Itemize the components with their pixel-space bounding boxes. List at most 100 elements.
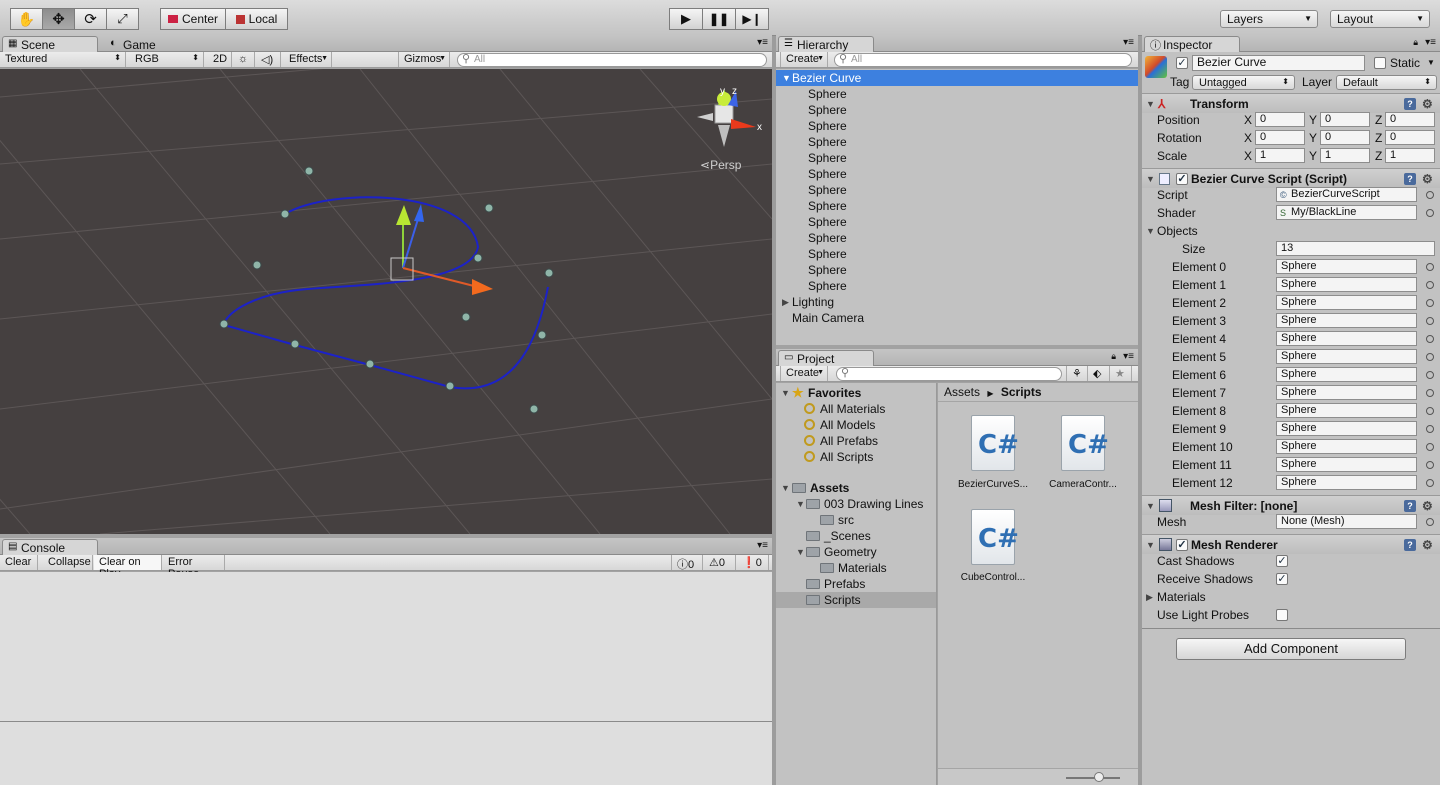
panel-menu-icon[interactable]: ▾≡	[757, 540, 768, 551]
project-create-dropdown[interactable]: Create ▼	[780, 366, 828, 381]
folder-003-drawing-lines[interactable]: ▼ 003 Drawing Lines	[776, 496, 936, 512]
hierarchy-item-sphere[interactable]: Sphere	[776, 86, 1138, 102]
object-picker-icon[interactable]	[1426, 335, 1434, 343]
hierarchy-item-sphere[interactable]: Sphere	[776, 246, 1138, 262]
object-picker-icon[interactable]	[1426, 461, 1434, 469]
lock-icon[interactable]: 🔒︎	[1413, 37, 1418, 48]
panel-menu-icon[interactable]: ▾≡	[757, 37, 768, 48]
step-button[interactable]: ▶❙	[735, 8, 769, 30]
script-file-camera-controller[interactable]: C#	[1061, 415, 1109, 471]
hierarchy-search-input[interactable]: All	[834, 53, 1132, 67]
script-enabled-checkbox[interactable]: ✓	[1176, 173, 1188, 185]
object-picker-icon[interactable]	[1426, 443, 1434, 451]
hierarchy-item-sphere[interactable]: Sphere	[776, 118, 1138, 134]
filter-type-button[interactable]: ⚘	[1066, 366, 1088, 381]
hierarchy-item-main-camera[interactable]: Main Camera	[776, 310, 1138, 326]
transform-header[interactable]: ▼ ⅄ Transform ? ⚙	[1142, 93, 1440, 113]
scene-search-input[interactable]: All	[457, 53, 767, 67]
breadcrumb-assets[interactable]: Assets	[944, 385, 980, 399]
hierarchy-item-sphere[interactable]: Sphere	[776, 262, 1138, 278]
pivot-center-button[interactable]: Center	[160, 8, 226, 30]
hierarchy-item-sphere[interactable]: Sphere	[776, 102, 1138, 118]
element-value-field[interactable]: Sphere	[1276, 475, 1417, 490]
sphere-point[interactable]	[544, 268, 554, 278]
scale-z-field[interactable]: 1	[1385, 148, 1435, 163]
sphere-point[interactable]	[529, 404, 539, 414]
console-clear-button[interactable]: Clear	[0, 555, 38, 570]
element-value-field[interactable]: Sphere	[1276, 295, 1417, 310]
scene-viewport[interactable]: y z x ⋖Persp	[0, 69, 772, 534]
object-picker-icon[interactable]	[1426, 317, 1434, 325]
folder-prefabs[interactable]: Prefabs	[806, 576, 865, 592]
position-z-field[interactable]: 0	[1385, 112, 1435, 127]
element-value-field[interactable]: Sphere	[1276, 349, 1417, 364]
element-value-field[interactable]: Sphere	[1276, 367, 1417, 382]
active-checkbox[interactable]: ✓	[1176, 57, 1188, 69]
element-value-field[interactable]: Sphere	[1276, 439, 1417, 454]
expand-arrow-icon[interactable]: ▼	[781, 385, 790, 401]
folder-src[interactable]: src	[820, 512, 854, 528]
render-mode-dropdown[interactable]: RGB ⬍	[130, 52, 204, 67]
gizmos-dropdown[interactable]: Gizmos ▼	[398, 52, 450, 67]
sphere-point[interactable]	[280, 209, 290, 219]
help-icon[interactable]: ?	[1404, 539, 1416, 551]
rotation-z-field[interactable]: 0	[1385, 130, 1435, 145]
help-icon[interactable]: ?	[1404, 500, 1416, 512]
tab-inspector[interactable]: ⓘ Inspector	[1144, 36, 1240, 52]
object-picker-icon[interactable]	[1426, 371, 1434, 379]
sphere-point[interactable]	[537, 330, 547, 340]
tab-console[interactable]: ▤ Console	[2, 539, 98, 555]
rotation-x-field[interactable]: 0	[1255, 130, 1305, 145]
element-value-field[interactable]: Sphere	[1276, 403, 1417, 418]
static-checkbox[interactable]	[1374, 57, 1386, 69]
console-error-pause-button[interactable]: Error Pause	[163, 555, 225, 580]
shader-reference-field[interactable]: S My/BlackLine	[1276, 205, 1417, 220]
favorite-all-prefabs[interactable]: All Prefabs	[804, 433, 878, 449]
mesh-renderer-header[interactable]: ▼ ✓ Mesh Renderer ? ⚙	[1142, 534, 1440, 554]
scale-tool-button[interactable]: ⤢	[106, 8, 139, 30]
script-file-cube-controller[interactable]: C#	[971, 509, 1019, 565]
lighting-toggle[interactable]: ☼	[233, 52, 255, 67]
element-value-field[interactable]: Sphere	[1276, 331, 1417, 346]
console-collapse-button[interactable]: Collapse	[43, 555, 93, 570]
dropdown-arrow-icon[interactable]: ▼	[1427, 58, 1435, 67]
layer-dropdown[interactable]: Default ⬍	[1336, 75, 1437, 90]
sphere-point[interactable]	[473, 253, 483, 263]
play-button[interactable]: ▶	[669, 8, 703, 30]
tab-game[interactable]: ◐ Game	[104, 36, 174, 52]
position-y-field[interactable]: 0	[1320, 112, 1370, 127]
position-x-field[interactable]: 0	[1255, 112, 1305, 127]
scale-y-field[interactable]: 1	[1320, 148, 1370, 163]
layers-dropdown[interactable]: Layers ▼	[1220, 10, 1318, 28]
sphere-point[interactable]	[219, 319, 229, 329]
objects-row[interactable]: ▼ Objects	[1142, 222, 1440, 240]
element-value-field[interactable]: Sphere	[1276, 385, 1417, 400]
object-picker-icon[interactable]	[1426, 353, 1434, 361]
object-name-field[interactable]: Bezier Curve	[1192, 55, 1365, 71]
expand-arrow-icon[interactable]: ▶	[1146, 588, 1153, 606]
mesh-renderer-enabled-checkbox[interactable]: ✓	[1176, 539, 1188, 551]
shading-mode-dropdown[interactable]: Textured ⬍	[0, 52, 126, 67]
hierarchy-item-bezier-curve[interactable]: ▼ Bezier Curve	[776, 70, 1138, 86]
object-picker-icon[interactable]	[1426, 479, 1434, 487]
breadcrumb-scripts[interactable]: Scripts	[1001, 385, 1042, 399]
object-picker-icon[interactable]	[1426, 209, 1434, 217]
object-picker-icon[interactable]	[1426, 281, 1434, 289]
element-value-field[interactable]: Sphere	[1276, 421, 1417, 436]
materials-row[interactable]: ▶ Materials	[1142, 588, 1440, 606]
tab-scene[interactable]: ▦ Scene	[2, 36, 98, 52]
element-value-field[interactable]: Sphere	[1276, 313, 1417, 328]
filter-label-button[interactable]: ⬖	[1088, 366, 1110, 381]
hierarchy-item-sphere[interactable]: Sphere	[776, 166, 1138, 182]
folder-geometry[interactable]: ▼ Geometry	[776, 544, 936, 560]
orientation-gizmo[interactable]	[697, 89, 756, 147]
panel-menu-icon[interactable]: ▾≡	[1425, 37, 1436, 48]
object-picker-icon[interactable]	[1426, 299, 1434, 307]
receive-shadows-checkbox[interactable]: ✓	[1276, 573, 1288, 585]
script-file-bezier-curve[interactable]: C#	[971, 415, 1019, 471]
object-picker-icon[interactable]	[1426, 425, 1434, 433]
object-picker-icon[interactable]	[1426, 263, 1434, 271]
pause-button[interactable]: ❚❚	[702, 8, 736, 30]
sphere-point[interactable]	[365, 359, 375, 369]
panel-menu-icon[interactable]: ▾≡	[1123, 351, 1134, 362]
